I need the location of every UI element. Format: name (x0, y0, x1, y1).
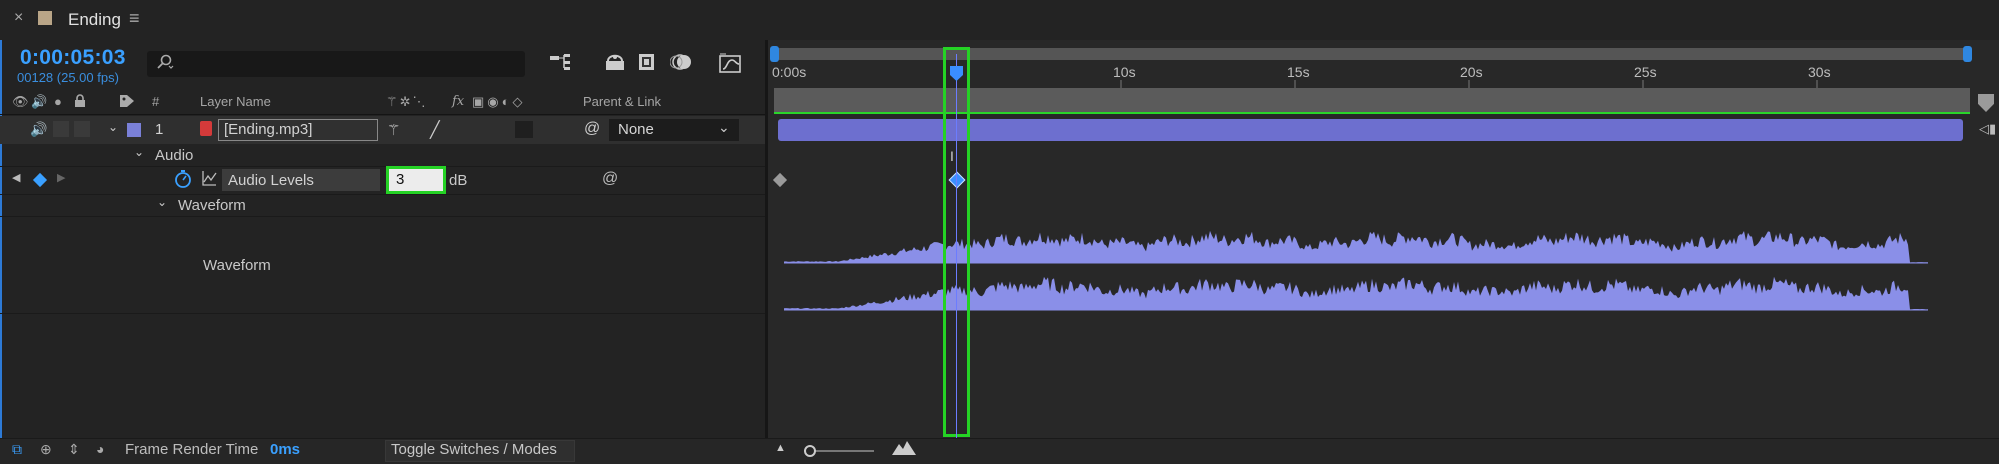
time-navigator-end-handle[interactable] (1963, 46, 1972, 62)
mode-switches-header-icons: ▣◉◐◇ (472, 94, 526, 109)
transfer-controls-icon[interactable]: ⊕ (40, 441, 52, 458)
frame-count-display: 00128 (25.00 fps) (17, 70, 119, 85)
waveform-group-chevron-icon[interactable]: ⌄ (157, 195, 167, 209)
column-parent-link-header[interactable]: Parent & Link (583, 94, 661, 109)
fx-header-icon: fx (452, 94, 465, 109)
time-navigator-start-handle[interactable] (770, 46, 779, 62)
panel-menu-icon[interactable]: ≡ (129, 8, 140, 29)
row-separator (0, 216, 765, 217)
add-keyframe-icon[interactable] (32, 172, 48, 188)
audio-levels-value[interactable]: 3 (396, 171, 404, 188)
solo-toggle[interactable] (53, 121, 69, 137)
graph-toggle-icon[interactable] (201, 170, 217, 190)
toggle-switches-modes-label[interactable]: Toggle Switches / Modes (391, 441, 557, 458)
audio-group-label[interactable]: Audio (155, 147, 193, 164)
zoom-slider-track[interactable] (806, 450, 874, 452)
in-out-toggle-icon[interactable]: ⇕ (68, 441, 80, 458)
audio-levels-input[interactable] (386, 166, 446, 194)
quality-switch-icon[interactable]: ╱ (430, 120, 440, 140)
audio-levels-unit: dB (449, 172, 468, 189)
zoom-out-icon[interactable]: ▲ (775, 442, 786, 454)
motion-blur-icon[interactable] (669, 52, 695, 76)
video-switch-header-icon: 👁 (12, 94, 29, 109)
zoom-in-icon[interactable] (892, 441, 916, 459)
pickwhip-icon[interactable]: @ (584, 120, 600, 138)
waveform-group-label[interactable]: Waveform (178, 197, 246, 214)
search-input[interactable] (147, 51, 525, 77)
shy-switch-icon[interactable]: ⚚ (387, 121, 400, 139)
parent-value[interactable]: None (618, 121, 654, 138)
comp-color-swatch (38, 11, 52, 25)
frame-blending-icon[interactable] (634, 52, 660, 76)
comp-tab-title[interactable]: Ending (68, 10, 121, 30)
layer-label-color[interactable] (127, 123, 141, 137)
audio-switch-header-icon: 🔊 (31, 94, 48, 109)
audio-group-chevron-icon[interactable]: ⌄ (134, 145, 144, 159)
lock-toggle[interactable] (74, 121, 90, 137)
draft-3d-icon[interactable] (602, 52, 628, 76)
audio-toggle-icon[interactable]: 🔊 (30, 121, 47, 138)
current-time-display[interactable]: 0:00:05:03 (20, 46, 126, 70)
column-number-header: # (152, 94, 160, 109)
row-separator (0, 194, 765, 195)
panel-tab-bar (0, 0, 1999, 40)
graph-editor-icon[interactable] (718, 52, 744, 76)
frame-render-time-value: 0ms (270, 441, 301, 458)
prev-keyframe-icon[interactable]: ◀ (12, 171, 20, 184)
audio-levels-label: Audio Levels (228, 172, 314, 189)
tab-close-icon[interactable]: × (14, 9, 23, 27)
layer-index: 1 (155, 121, 164, 138)
switch-cell[interactable] (515, 121, 533, 138)
audio-file-icon (200, 121, 212, 136)
layer-name[interactable]: [Ending.mp3] (224, 121, 312, 138)
column-layer-name-header[interactable]: Layer Name (200, 94, 271, 109)
row-separator (0, 313, 765, 314)
layer-expand-chevron-icon[interactable]: ⌄ (108, 120, 118, 134)
switches-header-icons: ⚚✲⋱ (386, 94, 428, 109)
solo-header-icon: ● (54, 94, 62, 109)
label-header-icon (119, 94, 135, 111)
layer-switches-toggle-icon[interactable]: ⧉ (12, 441, 22, 458)
waveform-label: Waveform (203, 257, 271, 274)
header-divider (0, 114, 765, 115)
playhead-line[interactable] (956, 54, 957, 438)
chevron-down-icon[interactable]: ⌄ (718, 119, 730, 136)
stopwatch-icon[interactable] (174, 169, 192, 193)
next-keyframe-icon[interactable]: ▶ (57, 171, 65, 184)
layer-end-icon: ◁▮ (1979, 121, 1997, 136)
frame-render-time-label: Frame Render Time (125, 441, 259, 458)
search-icon[interactable] (156, 54, 174, 75)
row-separator (0, 166, 765, 167)
render-time-toggle-icon[interactable]: ◕ (96, 441, 104, 457)
composition-flowchart-icon[interactable] (548, 52, 574, 76)
expression-pickwhip-icon[interactable]: @ (602, 170, 618, 188)
zoom-slider-thumb[interactable] (804, 445, 816, 457)
lock-header-icon (74, 94, 86, 111)
